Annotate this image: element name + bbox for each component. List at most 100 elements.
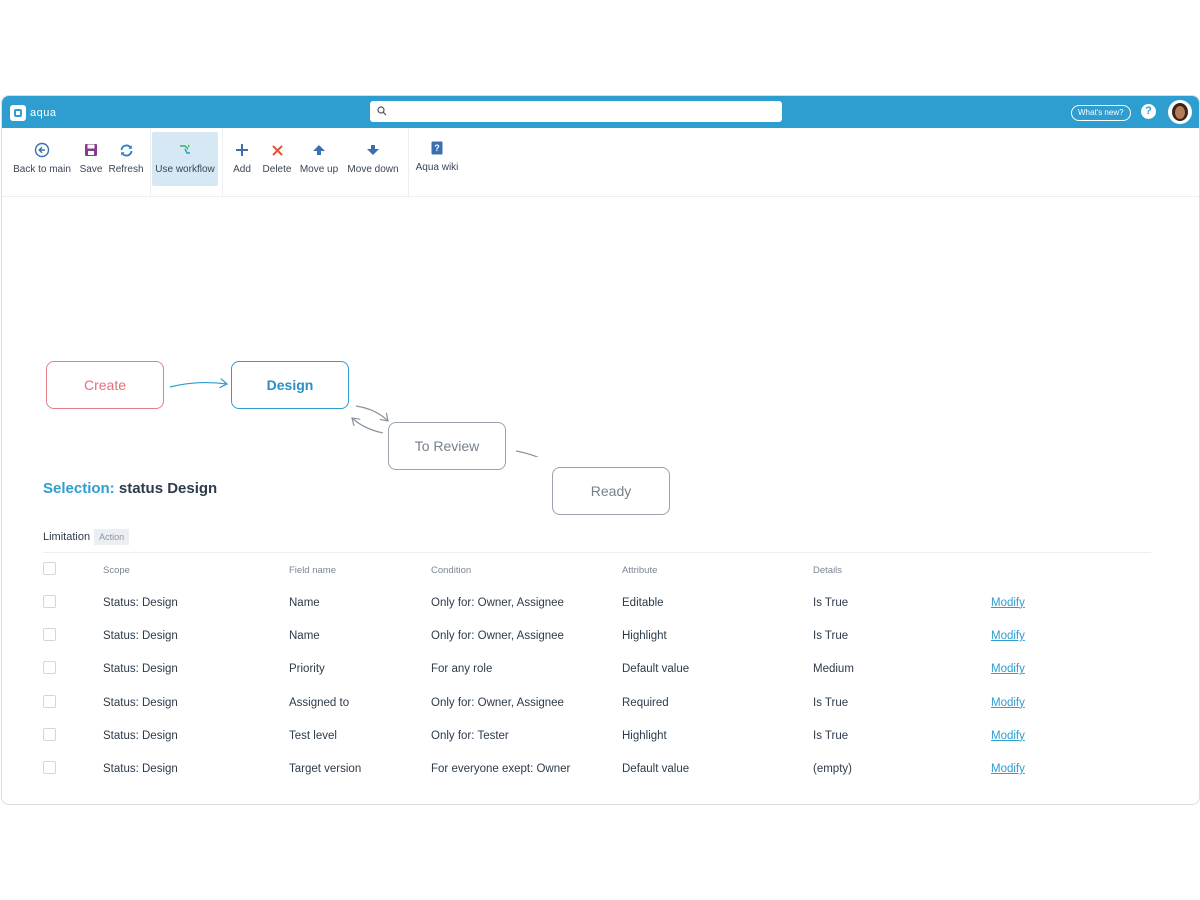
header-condition[interactable]: Condition [431, 554, 622, 586]
cell-condition: Only for: Owner, Assignee [431, 629, 564, 642]
save-button[interactable]: Save [76, 132, 106, 186]
modify-link[interactable]: Modify [991, 663, 1025, 675]
cell-scope: Status: Design [103, 629, 178, 642]
cell-scope: Status: Design [103, 729, 178, 742]
cell-field: Name [289, 596, 320, 609]
search-icon [377, 106, 387, 116]
avatar[interactable] [1168, 100, 1192, 124]
table-header-row: Scope Field name Condition Attribute Det… [36, 554, 1051, 586]
cell-scope: Status: Design [103, 763, 178, 776]
modify-link[interactable]: Modify [991, 763, 1025, 775]
transition-arrows [169, 197, 702, 457]
table-row[interactable]: Status: Design Assigned to Only for: Own… [36, 686, 1051, 719]
limitation-table: Scope Field name Condition Attribute Det… [36, 554, 1051, 786]
move-up-button[interactable]: Move up [298, 132, 340, 186]
cell-attribute: Default value [622, 663, 690, 676]
cell-details: Is True [813, 729, 849, 742]
transition-review-ready [515, 450, 552, 457]
header-attribute[interactable]: Attribute [622, 554, 813, 586]
cell-field: Priority [289, 663, 325, 676]
status-node-design[interactable]: Design [231, 361, 349, 409]
table-row[interactable]: Status: Design Priority For any role Def… [36, 653, 1051, 686]
workflow-canvas: Create Design To Review Ready [2, 197, 1199, 515]
cell-scope: Status: Design [103, 696, 178, 709]
delete-button[interactable]: Delete [260, 132, 294, 186]
toolbar: Back to main Save Refresh Use workflow A… [2, 128, 1199, 197]
table-row[interactable]: Status: Design Name Only for: Owner, Ass… [36, 586, 1051, 619]
move-down-button[interactable]: Move down [346, 132, 400, 186]
status-node-to-review[interactable]: To Review [388, 422, 506, 470]
svg-text:?: ? [434, 143, 440, 153]
row-checkbox[interactable] [43, 727, 56, 741]
search-input[interactable] [370, 101, 782, 122]
table-row[interactable]: Status: Design Test level Only for: Test… [36, 719, 1051, 752]
row-checkbox[interactable] [43, 694, 56, 708]
modify-link[interactable]: Modify [991, 597, 1025, 609]
header-field-name[interactable]: Field name [289, 554, 431, 586]
row-checkbox[interactable] [43, 594, 56, 608]
detail-tabs: Limitation Action [43, 529, 130, 545]
app-window: aqua What's new? ? Back to main Save Ref… [1, 95, 1200, 805]
aqua-logo[interactable]: aqua [10, 104, 70, 122]
tab-limitation[interactable]: Limitation [43, 531, 90, 543]
logo-icon [10, 105, 26, 121]
toolbar-group-actions: Back to main Save Refresh [2, 128, 151, 196]
toolbar-group-edit: Add Delete Move up Move down [222, 128, 409, 196]
close-icon [271, 144, 283, 156]
header-scope[interactable]: Scope [103, 554, 289, 586]
status-node-ready[interactable]: Ready [552, 467, 670, 515]
row-checkbox[interactable] [43, 661, 56, 675]
header-details[interactable]: Details [813, 554, 991, 586]
workflow-icon [180, 144, 190, 154]
table-row[interactable]: Status: Design Target version For everyo… [36, 752, 1051, 785]
tab-action[interactable]: Action [94, 529, 130, 545]
back-to-main-button[interactable]: Back to main [10, 132, 74, 186]
cell-scope: Status: Design [103, 663, 178, 676]
refresh-icon [120, 144, 132, 156]
wiki-book-icon: ? [431, 141, 443, 155]
cell-attribute: Highlight [622, 729, 667, 742]
transition-create-design [169, 383, 227, 387]
modify-link[interactable]: Modify [991, 630, 1025, 642]
select-all-checkbox[interactable] [43, 562, 56, 575]
back-arrow-icon [34, 142, 50, 158]
arrow-down-icon [367, 145, 379, 155]
use-workflow-button[interactable]: Use workflow [152, 132, 218, 186]
cell-field: Name [289, 629, 320, 642]
top-bar: aqua What's new? ? [2, 96, 1199, 128]
add-button[interactable]: Add [230, 132, 254, 186]
cell-details: Is True [813, 629, 849, 642]
refresh-button[interactable]: Refresh [108, 132, 144, 186]
cell-details: (empty) [813, 763, 852, 776]
modify-link[interactable]: Modify [991, 730, 1025, 742]
cell-scope: Status: Design [103, 596, 178, 609]
plus-icon [236, 144, 248, 156]
table-row[interactable]: Status: Design Name Only for: Owner, Ass… [36, 619, 1051, 652]
arrow-up-icon [313, 145, 325, 155]
row-checkbox[interactable] [43, 627, 56, 641]
help-icon[interactable]: ? [1141, 104, 1156, 119]
cell-condition: For any role [431, 663, 493, 676]
whats-new-button[interactable]: What's new? [1071, 105, 1131, 121]
aqua-wiki-button[interactable]: ? Aqua wiki [414, 132, 460, 186]
cell-details: Medium [813, 663, 854, 676]
tabs-divider [43, 552, 1151, 553]
cell-condition: Only for: Tester [431, 729, 509, 742]
modify-link[interactable]: Modify [991, 697, 1025, 709]
cell-details: Is True [813, 696, 849, 709]
save-icon [85, 144, 97, 156]
cell-attribute: Editable [622, 596, 664, 609]
selection-prefix: Selection: [43, 480, 115, 497]
row-checkbox[interactable] [43, 761, 56, 775]
cell-condition: Only for: Owner, Assignee [431, 696, 564, 709]
cell-field: Test level [289, 729, 337, 742]
cell-condition: Only for: Owner, Assignee [431, 596, 564, 609]
cell-field: Target version [289, 763, 362, 776]
cell-field: Assigned to [289, 696, 350, 709]
toolbar-group-workflow: Use workflow [150, 128, 223, 196]
transition-review-design [352, 418, 384, 434]
status-node-create[interactable]: Create [46, 361, 164, 409]
cell-attribute: Required [622, 696, 669, 709]
selection-title: Selection: status Design [43, 480, 217, 497]
logo-text: aqua [30, 107, 57, 119]
